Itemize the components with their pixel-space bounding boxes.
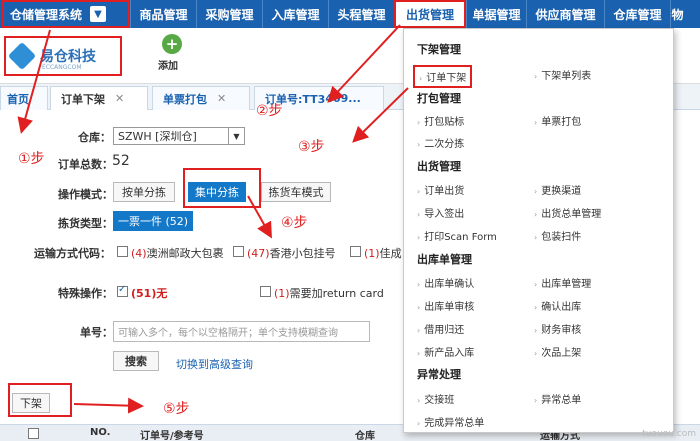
step-5-label: ⑤步 [163, 401, 190, 417]
step-1-label: ①步 [18, 151, 45, 167]
watermark: tuauou.com [642, 429, 696, 439]
arrow-step-3 [352, 87, 409, 143]
step-2-label: ②步 [256, 103, 283, 119]
arrow-step-5 [73, 397, 144, 414]
arrow-step-1 [17, 29, 51, 134]
step-3-label: ③步 [298, 139, 325, 155]
annotation-arrows [17, 24, 409, 414]
arrow-step-2 [327, 24, 401, 103]
arrow-step-4 [247, 195, 272, 239]
step-4-label: ④步 [281, 215, 308, 231]
